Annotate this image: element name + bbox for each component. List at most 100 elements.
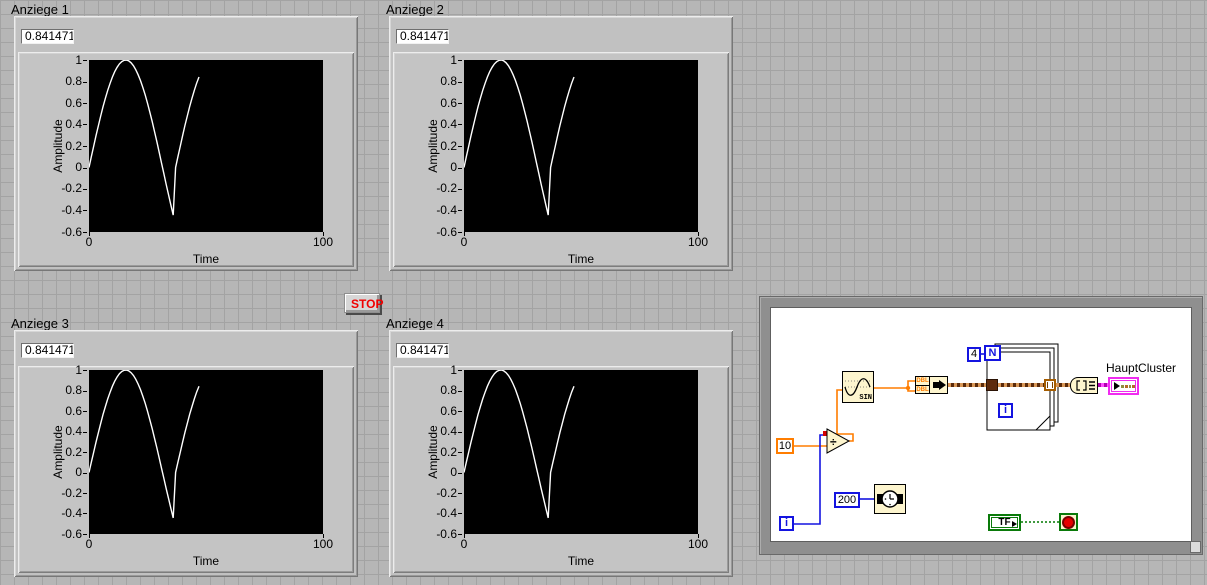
bundle-node[interactable]: DBL DBL <box>915 376 948 394</box>
y-axis-label: Amplitude <box>426 119 440 173</box>
tick-mark <box>458 60 462 61</box>
numeric-constant-10[interactable]: 10 <box>776 438 794 454</box>
waveform-chart: Anziege 4 0.841471 1 0.8 0.6 0.4 0.2 0 -0.2 -0.4-… <box>386 316 733 577</box>
tick-mark <box>83 103 87 104</box>
chart-label: Anziege 4 <box>386 316 444 331</box>
iteration-terminal-i[interactable]: i <box>779 516 794 531</box>
numeric-display[interactable]: 0.841471 <box>21 343 74 358</box>
plot-area[interactable] <box>463 369 698 534</box>
tick-mark <box>458 146 462 147</box>
x-tick-label: 100 <box>312 235 334 249</box>
numeric-display[interactable]: 0.841471 <box>396 343 449 358</box>
tick-mark <box>458 124 462 125</box>
y-axis-label: Amplitude <box>51 119 65 173</box>
tick-mark <box>698 232 699 236</box>
y-tick-label: -0.2 <box>436 486 457 500</box>
boolean-terminal-tf[interactable]: TF <box>988 514 1021 531</box>
bundle-input-type-top: DBL <box>916 378 929 384</box>
tick-mark <box>89 232 90 236</box>
chart-label: Anziege 1 <box>11 2 69 17</box>
tick-mark <box>458 391 462 392</box>
x-tick-label: 0 <box>460 537 468 551</box>
tick-mark <box>83 232 87 233</box>
y-tick-label: -0.2 <box>436 181 457 195</box>
tick-mark <box>83 189 87 190</box>
y-tick-label: 1 <box>450 363 457 377</box>
tick-mark <box>458 473 462 474</box>
tick-mark <box>458 493 462 494</box>
y-tick-label: -0.4 <box>436 203 457 217</box>
loop-input-tunnel[interactable] <box>986 379 998 391</box>
x-axis-label: Time <box>567 554 595 568</box>
array-to-cluster-node[interactable] <box>1070 377 1098 394</box>
plot-area[interactable] <box>463 59 698 232</box>
chart-label: Anziege 3 <box>11 316 69 331</box>
tick-mark <box>458 82 462 83</box>
x-axis-label: Time <box>192 252 220 266</box>
tick-mark <box>83 452 87 453</box>
x-tick-label: 0 <box>85 537 93 551</box>
x-axis-label: Time <box>567 252 595 266</box>
tick-mark <box>83 124 87 125</box>
wait-ms-icon[interactable] <box>874 484 906 514</box>
plot-area[interactable] <box>88 369 323 534</box>
tick-mark <box>83 146 87 147</box>
cluster-indicator-terminal[interactable] <box>1108 377 1139 395</box>
y-tick-label: 0.6 <box>440 404 457 418</box>
numeric-display[interactable]: 0.841471 <box>396 29 449 44</box>
tick-mark <box>458 452 462 453</box>
y-tick-label: 0.8 <box>65 74 82 88</box>
block-diagram-window[interactable] <box>759 296 1203 555</box>
waveform-chart: Anziege 2 0.841471 1 0.8 0.6 0.4 0.2 0 -0.2 -0.4-… <box>386 2 733 271</box>
loop-iteration-terminal-i[interactable]: i <box>998 403 1013 418</box>
tick-mark <box>83 473 87 474</box>
tick-mark <box>323 534 324 538</box>
tick-mark <box>83 513 87 514</box>
y-tick-label: -0.4 <box>436 506 457 520</box>
tick-mark <box>458 210 462 211</box>
y-tick-label: 0.6 <box>65 404 82 418</box>
tick-mark <box>458 370 462 371</box>
sin-label: SIN <box>859 394 872 402</box>
tick-mark <box>323 232 324 236</box>
loop-stop-condition-icon[interactable] <box>1059 513 1078 531</box>
tick-mark <box>83 493 87 494</box>
chart-label: Anziege 2 <box>386 2 444 17</box>
plot-area[interactable] <box>88 59 323 232</box>
y-tick-label: 0.6 <box>65 96 82 110</box>
x-axis-label: Time <box>192 554 220 568</box>
waveform-chart: Anziege 1 0.841471 1 0.8 0.6 0.4 0.2 0 -0.2 -0.4-… <box>11 2 358 271</box>
y-tick-label: 0.8 <box>440 383 457 397</box>
tick-mark <box>458 103 462 104</box>
loop-indexing-tunnel[interactable] <box>1044 379 1056 391</box>
tick-mark <box>89 534 90 538</box>
numeric-constant-200[interactable]: 200 <box>834 492 860 508</box>
stop-button[interactable]: STOP <box>344 293 383 313</box>
waveform-chart: Anziege 3 0.841471 1 0.8 0.6 0.4 0.2 0 -0.2 -0.4-… <box>11 316 358 577</box>
y-tick-label: -0.4 <box>61 203 82 217</box>
numeric-display[interactable]: 0.841471 <box>21 29 74 44</box>
tick-mark <box>83 82 87 83</box>
loop-count-terminal-N[interactable]: N <box>984 345 1001 361</box>
window-resize-grip[interactable] <box>1190 541 1201 553</box>
y-tick-label: 1 <box>450 53 457 67</box>
tick-mark <box>83 168 87 169</box>
chart-frame: 0.841471 1 0.8 0.6 0.4 0.2 0 -0.2 -0.4 -0.6 0 100 Am… <box>389 16 733 271</box>
y-tick-label: 0.8 <box>65 383 82 397</box>
sine-function-icon[interactable]: SIN <box>842 371 874 403</box>
tick-mark <box>464 534 465 538</box>
tick-mark <box>458 513 462 514</box>
y-tick-label: 0.8 <box>440 74 457 88</box>
y-axis-label: Amplitude <box>426 425 440 479</box>
cluster-indicator-label: HauptCluster <box>1106 361 1177 375</box>
x-tick-label: 100 <box>312 537 334 551</box>
chart-frame: 0.841471 1 0.8 0.6 0.4 0.2 0 -0.2 -0.4 -0.6 0 100 Am… <box>14 330 358 577</box>
tick-mark <box>83 210 87 211</box>
y-tick-label: 1 <box>75 363 82 377</box>
watch-glyph <box>877 490 903 508</box>
tick-mark <box>458 232 462 233</box>
stop-dot-icon <box>1062 515 1075 529</box>
numeric-constant-4[interactable]: 4 <box>967 347 981 362</box>
x-tick-label: 100 <box>687 235 709 249</box>
tick-mark <box>458 189 462 190</box>
